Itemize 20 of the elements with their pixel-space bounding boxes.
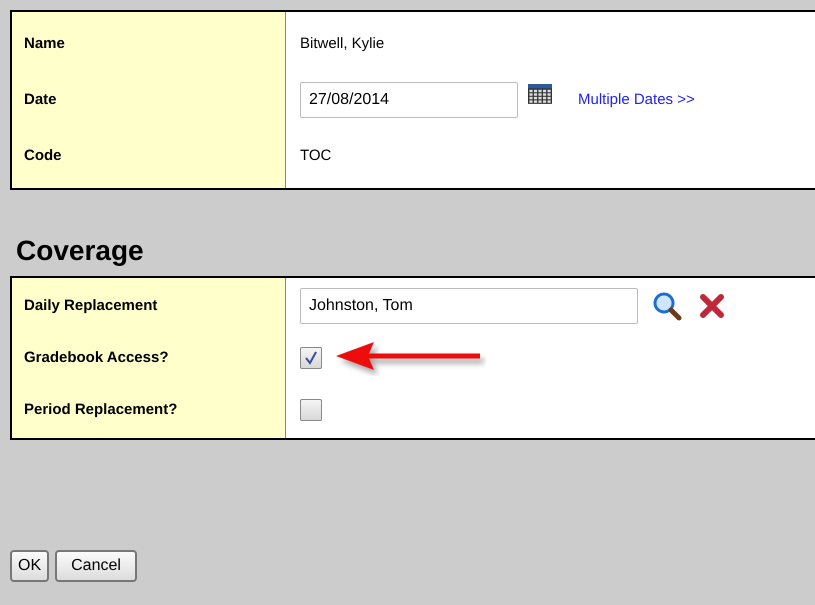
search-icon[interactable] (652, 291, 682, 321)
multiple-dates-link[interactable]: Multiple Dates >> (578, 88, 695, 112)
field-label: Period Replacement? (24, 400, 178, 420)
checkbox[interactable] (300, 399, 322, 421)
field-value: Bitwell, Kylie (300, 34, 384, 54)
checkmark-icon (304, 351, 318, 365)
calendar-icon[interactable] (528, 84, 552, 104)
date-field[interactable]: 27/08/2014 (300, 82, 518, 118)
dialog-button[interactable]: OK (10, 550, 50, 582)
field-label: Daily Replacement (24, 296, 158, 316)
section-heading: Coverage (15, 234, 145, 268)
clear-icon[interactable] (700, 293, 724, 319)
checkbox[interactable] (300, 347, 322, 369)
field-label: Name (24, 34, 65, 54)
replacement-field[interactable]: Johnston, Tom (300, 288, 638, 324)
field-value: TOC (300, 146, 332, 166)
dialog-button[interactable]: Cancel (55, 550, 137, 582)
field-label: Date (24, 90, 57, 110)
field-label: Code (24, 146, 62, 166)
field-label: Gradebook Access? (24, 348, 168, 368)
